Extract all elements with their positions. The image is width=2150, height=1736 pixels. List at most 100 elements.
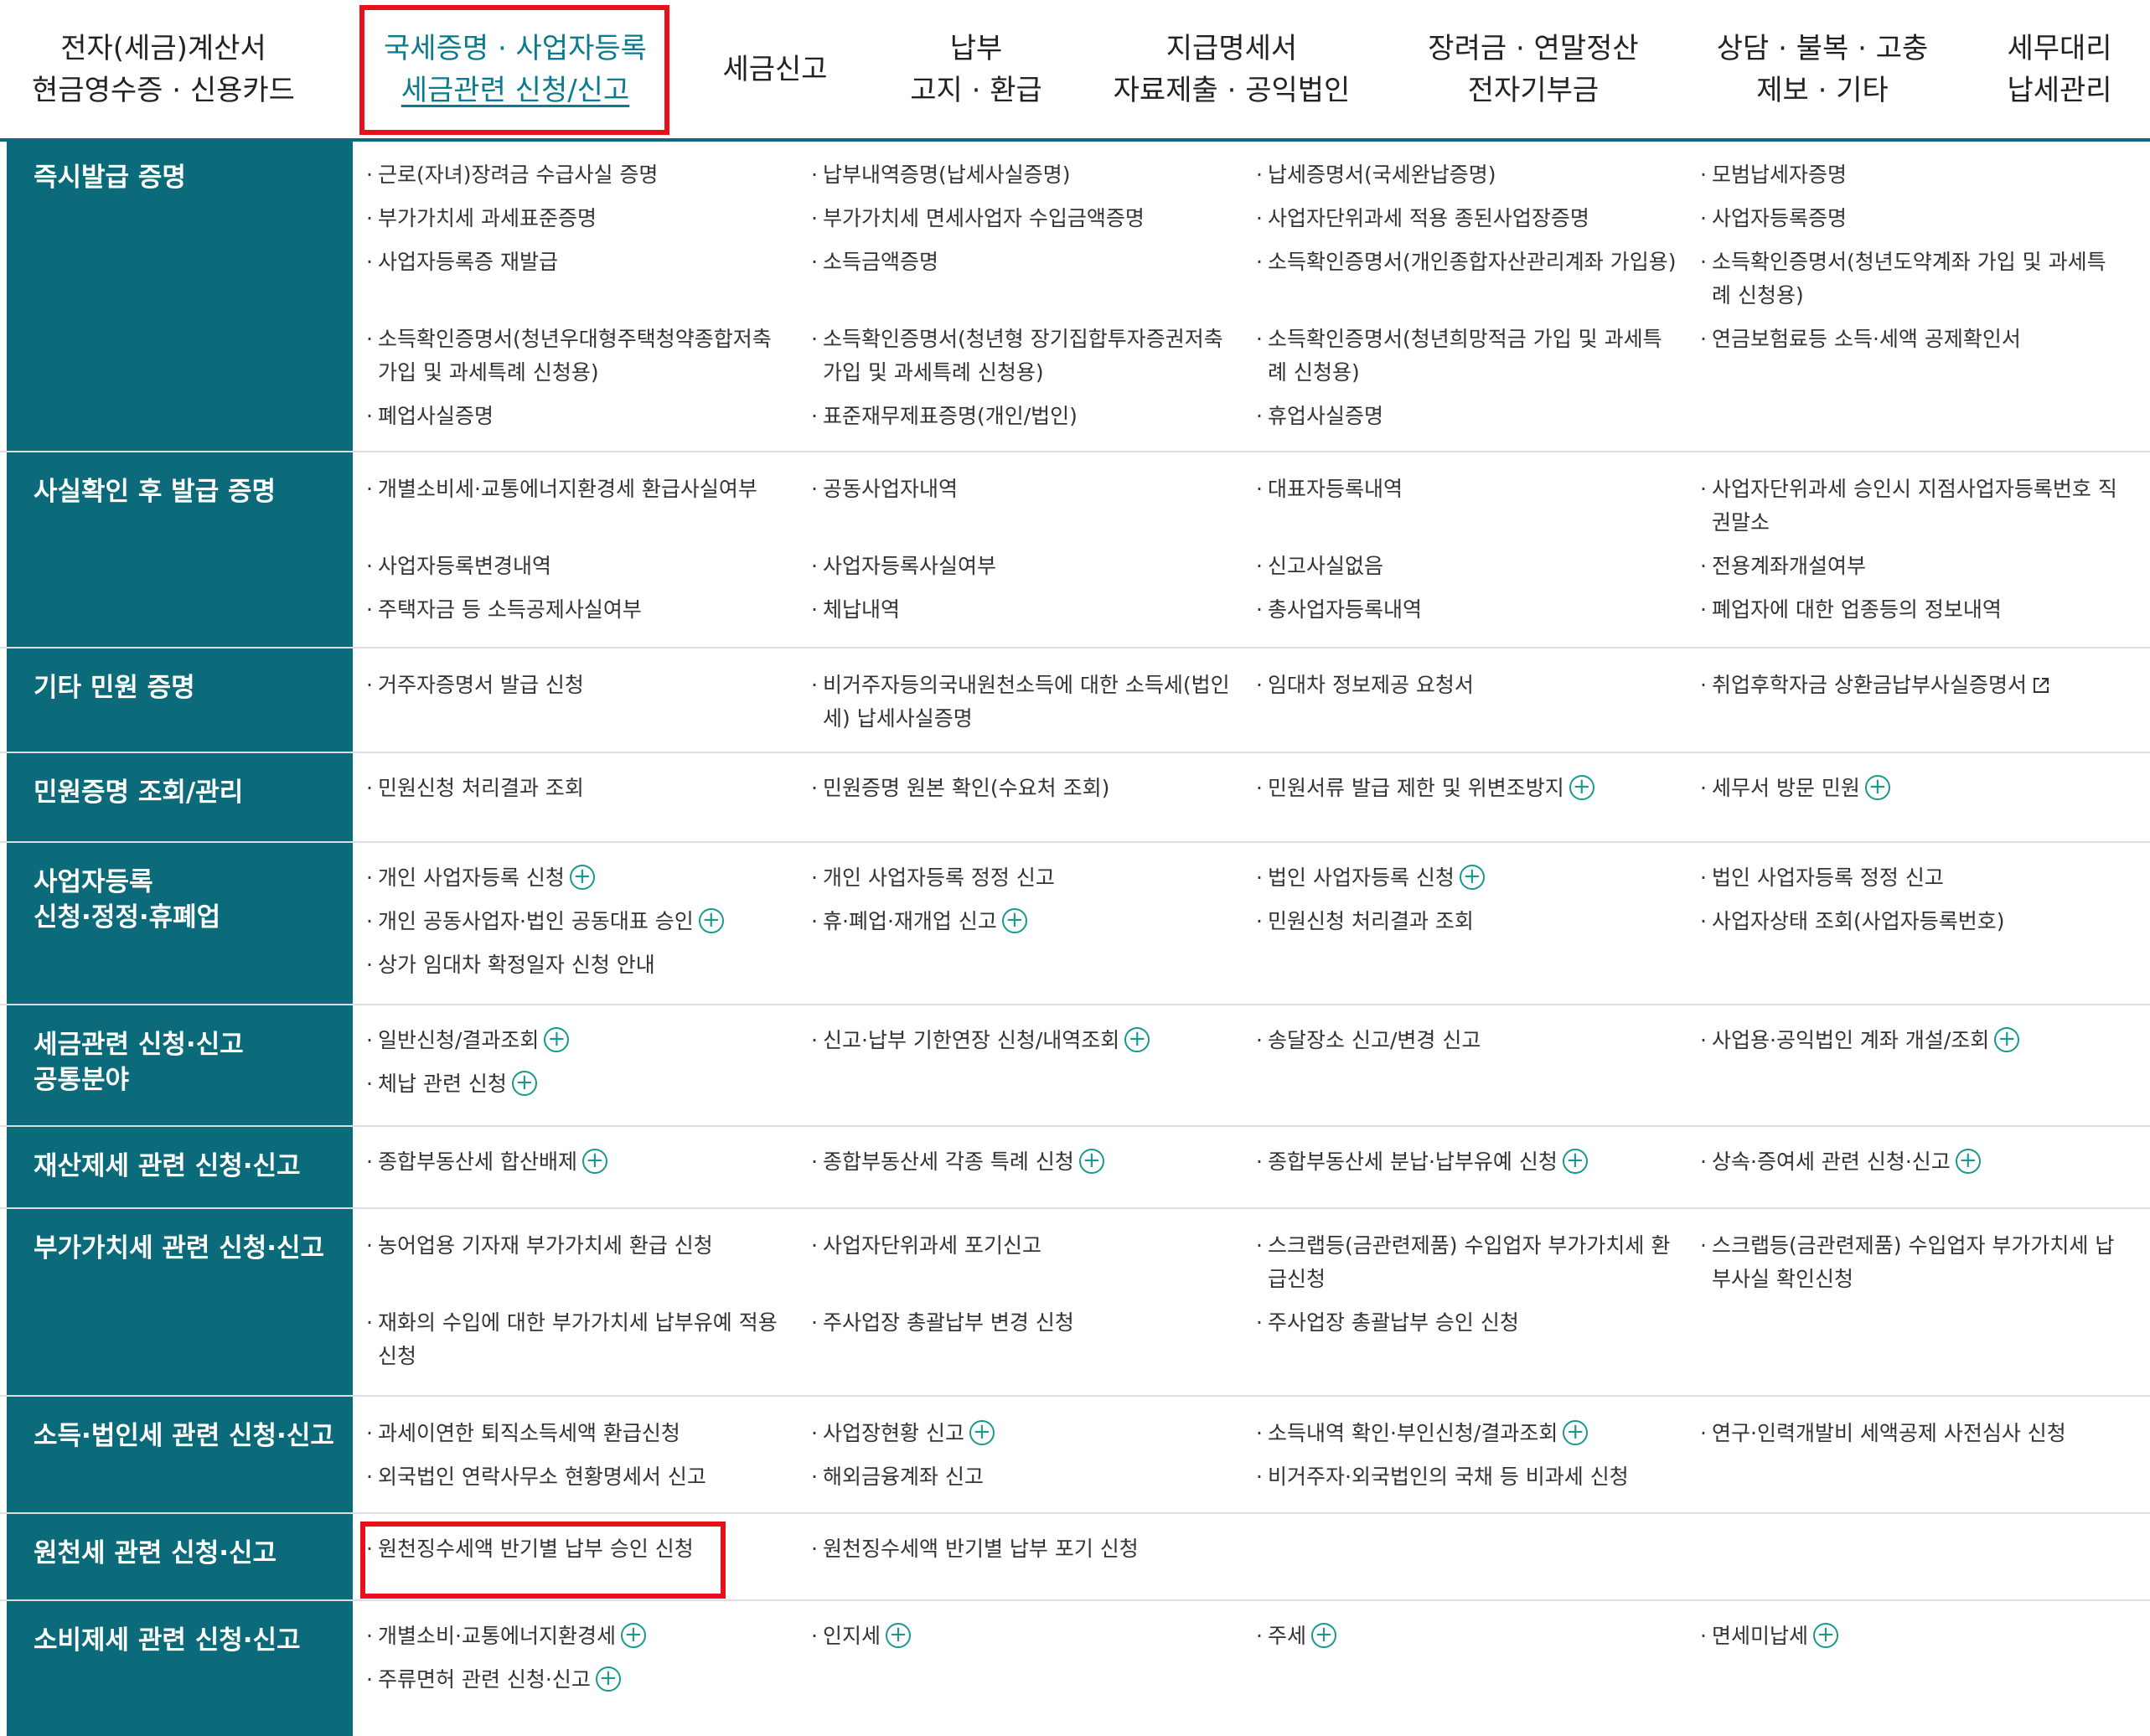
menu-link[interactable]: · 사업용·공익법인 계좌 개설/조회 + (1700, 1024, 2122, 1057)
menu-link[interactable]: · 종합부동산세 분납·납부유예 신청 + (1256, 1145, 1678, 1179)
menu-link[interactable]: · 전용계좌개설여부 (1700, 550, 2122, 583)
menu-link[interactable]: · 주류면허 관련 신청·신고 + (366, 1663, 788, 1697)
plus-circle-icon[interactable]: + (1569, 775, 1594, 800)
menu-link[interactable]: · 민원신청 처리결과 조회 (366, 772, 788, 805)
menu-link[interactable]: · 개인 공동사업자·법인 공동대표 승인 + (366, 905, 788, 938)
menu-link[interactable]: · 개별소비세·교통에너지환경세 환급사실여부 (366, 473, 788, 506)
nav-tab-3[interactable]: 세금신고 (670, 0, 880, 138)
menu-link[interactable]: · 개인 사업자등록 신청 + (366, 861, 788, 895)
menu-link[interactable]: · 신고·납부 기한연장 신청/내역조회 + (811, 1024, 1233, 1057)
menu-link[interactable]: · 종합부동산세 합산배제 + (366, 1145, 788, 1179)
menu-link[interactable]: · 연금보험료등 소득·세액 공제확인서 (1700, 323, 2122, 356)
plus-circle-icon[interactable]: + (544, 1027, 570, 1052)
menu-link[interactable]: · 체납내역 (811, 593, 1233, 627)
menu-link[interactable]: · 과세이연한 퇴직소득세액 환급신청 (366, 1417, 788, 1450)
menu-link[interactable]: · 사업자등록증 재발급 (366, 245, 788, 279)
menu-link[interactable]: · 소득확인증명서(개인종합자산관리계좌 가입용) (1256, 245, 1678, 279)
menu-link[interactable]: · 휴·폐업·재개업 신고 + (811, 905, 1233, 938)
menu-link[interactable]: · 면세미납세 + (1700, 1620, 2122, 1653)
menu-link[interactable]: · 체납 관련 신청 + (366, 1067, 788, 1101)
plus-circle-icon[interactable]: + (1562, 1149, 1588, 1174)
menu-link[interactable]: · 법인 사업자등록 신청 + (1256, 861, 1678, 895)
menu-link[interactable]: · 휴업사실증명 (1256, 400, 1678, 433)
menu-link[interactable]: · 소득확인증명서(청년형 장기집합투자증권저축 가입 및 과세특례 신청용) (811, 323, 1233, 390)
menu-link[interactable]: · 부가가치세 면세사업자 수입금액증명 (811, 202, 1233, 235)
plus-circle-icon[interactable]: + (620, 1623, 646, 1648)
plus-circle-icon[interactable]: + (569, 865, 595, 890)
plus-circle-icon[interactable]: + (1994, 1027, 2020, 1052)
menu-link[interactable]: · 외국법인 연락사무소 현황명세서 신고 (366, 1460, 788, 1494)
menu-link[interactable]: · 스크랩등(금관련제품) 수입업자 부가가치세 환급신청 (1256, 1229, 1678, 1296)
menu-link[interactable]: · 주사업장 총괄납부 승인 신청 (1256, 1306, 1678, 1340)
menu-link[interactable]: · 종합부동산세 각종 특례 신청 + (811, 1145, 1233, 1179)
menu-link[interactable]: · 취업후학자금 상환금납부사실증명서 (1700, 669, 2122, 702)
plus-circle-icon[interactable]: + (698, 908, 724, 933)
menu-link[interactable]: · 납부내역증명(납세사실증명) (811, 158, 1233, 192)
menu-link[interactable]: · 대표자등록내역 (1256, 473, 1678, 506)
menu-link[interactable]: · 법인 사업자등록 정정 신고 (1700, 861, 2122, 895)
menu-link[interactable]: · 폐업자에 대한 업종등의 정보내역 (1700, 593, 2122, 627)
menu-link[interactable]: · 신고사실없음 (1256, 550, 1678, 583)
plus-circle-icon[interactable]: + (1864, 775, 1890, 800)
plus-circle-icon[interactable]: + (969, 1420, 995, 1445)
menu-link[interactable]: · 소득내역 확인·부인신청/결과조회 + (1256, 1417, 1678, 1450)
menu-link[interactable]: · 연구·인력개발비 세액공제 사전심사 신청 (1700, 1417, 2122, 1450)
menu-link[interactable]: · 표준재무제표증명(개인/법인) (811, 400, 1233, 433)
menu-link[interactable]: · 사업자등록변경내역 (366, 550, 788, 583)
menu-link[interactable]: · 사업장현황 신고 + (811, 1417, 1233, 1450)
menu-link[interactable]: · 폐업사실증명 (366, 400, 788, 433)
nav-tab-4[interactable]: 납부 고지 · 환급 (880, 0, 1072, 138)
menu-link[interactable]: · 원천징수세액 반기별 납부 승인 신청 (366, 1532, 788, 1566)
menu-link[interactable]: · 스크랩등(금관련제품) 수입업자 부가가치세 납부사실 확인신청 (1700, 1229, 2122, 1296)
menu-link[interactable]: · 소득확인증명서(청년희망적금 가입 및 과세특례 신청용) (1256, 323, 1678, 390)
plus-circle-icon[interactable]: + (1563, 1420, 1589, 1445)
menu-link[interactable]: · 주세 + (1256, 1620, 1678, 1653)
menu-link[interactable]: · 총사업자등록내역 (1256, 593, 1678, 627)
menu-link[interactable]: · 민원증명 원본 확인(수요처 조회) (811, 772, 1233, 805)
menu-link[interactable]: · 납세증명서(국세완납증명) (1256, 158, 1678, 192)
menu-link[interactable]: · 소득금액증명 (811, 245, 1233, 279)
nav-tab-5[interactable]: 지급명세서 자료제출 · 공익법인 (1072, 0, 1391, 138)
plus-circle-icon[interactable]: + (511, 1071, 537, 1096)
menu-link[interactable]: · 사업자단위과세 적용 종된사업장증명 (1256, 202, 1678, 235)
menu-link[interactable]: · 민원신청 처리결과 조회 (1256, 905, 1678, 938)
plus-circle-icon[interactable]: + (581, 1149, 607, 1174)
menu-link[interactable]: · 상속·증여세 관련 신청·신고 + (1700, 1145, 2122, 1179)
menu-link[interactable]: · 민원서류 발급 제한 및 위변조방지 + (1256, 772, 1678, 805)
menu-link[interactable]: · 송달장소 신고/변경 신고 (1256, 1024, 1678, 1057)
plus-circle-icon[interactable]: + (886, 1623, 912, 1648)
nav-tab-7[interactable]: 상담 · 불복 · 고충 제보 · 기타 (1676, 0, 1969, 138)
menu-link[interactable]: · 농어업용 기자재 부가가치세 환급 신청 (366, 1229, 788, 1263)
menu-link[interactable]: · 사업자등록증명 (1700, 202, 2122, 235)
menu-link[interactable]: · 원천징수세액 반기별 납부 포기 신청 (811, 1532, 1233, 1566)
menu-link[interactable]: · 부가가치세 과세표준증명 (366, 202, 788, 235)
menu-link[interactable]: · 모범납세자증명 (1700, 158, 2122, 192)
menu-link[interactable]: · 사업자단위과세 포기신고 (811, 1229, 1233, 1263)
menu-link[interactable]: · 인지세 + (811, 1620, 1233, 1653)
menu-link[interactable]: · 개인 사업자등록 정정 신고 (811, 861, 1233, 895)
menu-link[interactable]: · 거주자증명서 발급 신청 (366, 669, 788, 702)
menu-link[interactable]: · 개별소비·교통에너지환경세 + (366, 1620, 788, 1653)
menu-link[interactable]: · 소득확인증명서(청년우대형주택청약종합저축 가입 및 과세특례 신청용) (366, 323, 788, 390)
plus-circle-icon[interactable]: + (1459, 865, 1485, 890)
menu-link[interactable]: · 비거주자·외국법인의 국채 등 비과세 신청 (1256, 1460, 1678, 1494)
plus-circle-icon[interactable]: + (1311, 1623, 1337, 1648)
plus-circle-icon[interactable]: + (1001, 908, 1027, 933)
menu-link[interactable]: · 임대차 정보제공 요청서 (1256, 669, 1678, 702)
menu-link[interactable]: · 소득확인증명서(청년도약계좌 가입 및 과세특례 신청용) (1700, 245, 2122, 313)
plus-circle-icon[interactable]: + (1955, 1149, 1981, 1174)
plus-circle-icon[interactable]: + (1078, 1149, 1104, 1174)
nav-tab-2[interactable]: 국세증명 · 사업자등록 세금관련 신청/신고 (360, 0, 670, 138)
nav-tab-6[interactable]: 장려금 · 연말정산 전자기부금 (1391, 0, 1676, 138)
plus-circle-icon[interactable]: + (1124, 1027, 1150, 1052)
plus-circle-icon[interactable]: + (595, 1666, 621, 1692)
external-link-icon[interactable] (2032, 671, 2050, 693)
nav-tab-8[interactable]: 세무대리 납세관리 (1969, 0, 2150, 138)
plus-circle-icon[interactable]: + (1813, 1623, 1839, 1648)
menu-link[interactable]: · 해외금융계좌 신고 (811, 1460, 1233, 1494)
menu-link[interactable]: · 근로(자녀)장려금 수급사실 증명 (366, 158, 788, 192)
menu-link[interactable]: · 사업자등록사실여부 (811, 550, 1233, 583)
nav-tab-1[interactable]: 전자(세금)계산서 현금영수증 · 신용카드 (0, 0, 327, 138)
menu-link[interactable]: · 공동사업자내역 (811, 473, 1233, 506)
menu-link[interactable]: · 세무서 방문 민원 + (1700, 772, 2122, 805)
